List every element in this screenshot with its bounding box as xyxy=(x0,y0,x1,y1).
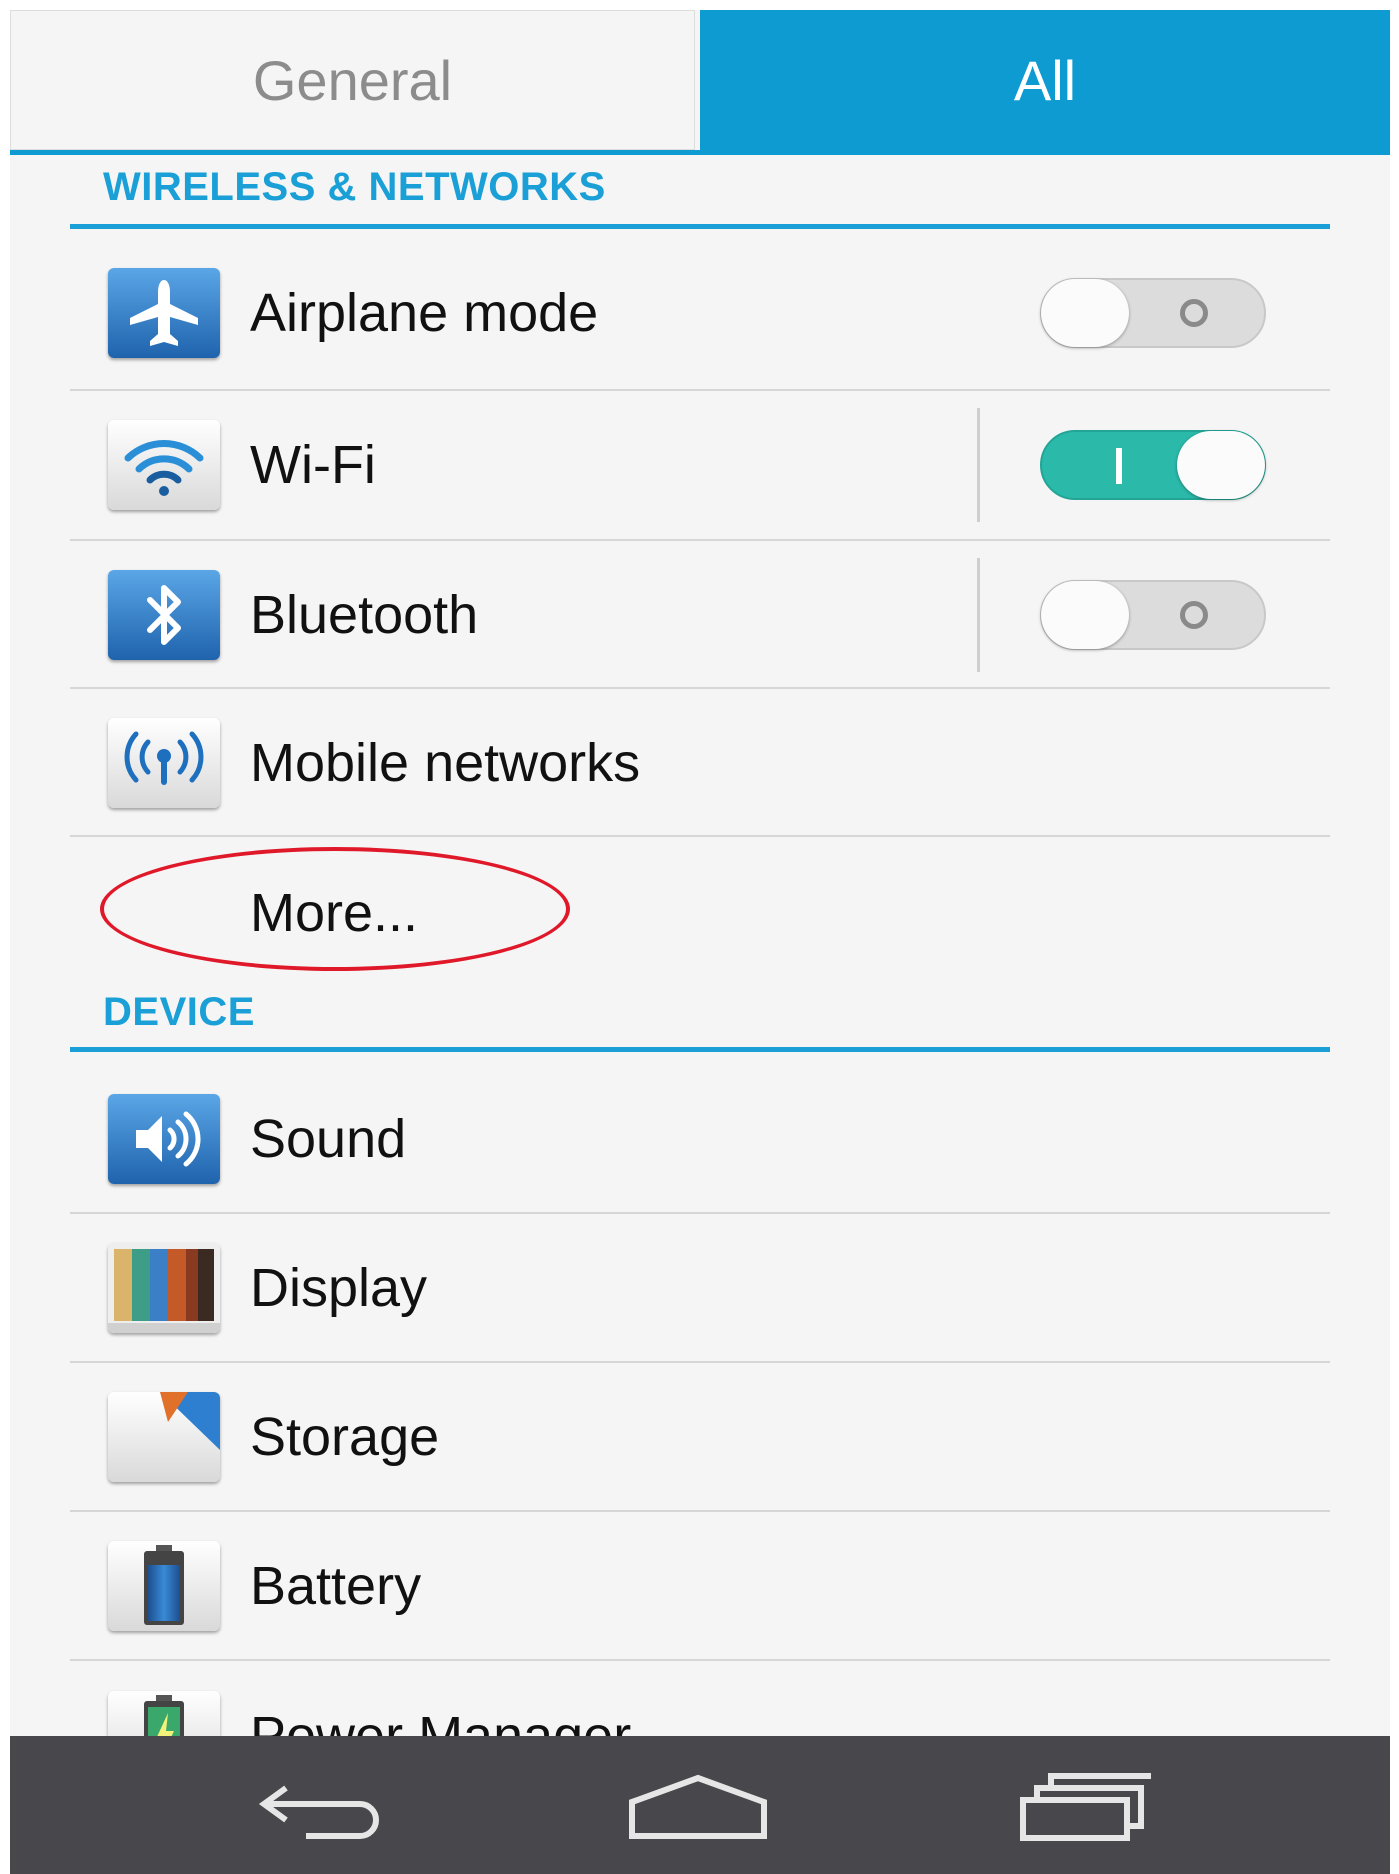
setting-row-bluetooth[interactable]: Bluetooth xyxy=(70,541,1330,689)
setting-row-airplane-mode[interactable]: Airplane mode xyxy=(70,239,1330,387)
bluetooth-toggle[interactable] xyxy=(1040,580,1266,650)
display-icon xyxy=(108,1243,220,1333)
section-divider xyxy=(70,224,1330,229)
setting-label: Mobile networks xyxy=(250,733,641,793)
toggle-on-mark xyxy=(1116,448,1122,484)
wifi-toggle[interactable] xyxy=(1040,430,1266,500)
wifi-icon xyxy=(108,420,220,510)
toggle-knob xyxy=(1177,431,1265,499)
toggle-knob xyxy=(1041,581,1129,649)
toggle-off-mark xyxy=(1180,601,1208,629)
row-divider xyxy=(70,835,1330,837)
toggle-off-mark xyxy=(1180,299,1208,327)
setting-label: Sound xyxy=(250,1109,407,1169)
home-icon[interactable] xyxy=(628,1766,768,1846)
section-divider xyxy=(70,1047,1330,1052)
setting-row-wifi[interactable]: Wi-Fi xyxy=(70,391,1330,539)
setting-label: Bluetooth xyxy=(250,585,479,645)
section-header-wireless: WIRELESS & NETWORKS xyxy=(103,165,606,209)
tab-indicator xyxy=(10,150,1390,155)
storage-icon xyxy=(108,1392,220,1482)
setting-label: Wi-Fi xyxy=(250,435,376,495)
setting-row-storage[interactable]: Storage xyxy=(70,1363,1330,1511)
tab-all[interactable]: All xyxy=(700,10,1390,150)
tab-bar: General All xyxy=(10,10,1390,155)
sound-icon xyxy=(108,1094,220,1184)
airplane-mode-toggle[interactable] xyxy=(1040,278,1266,348)
row-divider xyxy=(70,1659,1330,1661)
battery-icon xyxy=(108,1541,220,1631)
recents-icon[interactable] xyxy=(1015,1766,1155,1846)
section-header-device: DEVICE xyxy=(103,990,255,1034)
vertical-separator xyxy=(977,408,980,522)
toggle-knob xyxy=(1041,279,1129,347)
navigation-bar xyxy=(10,1736,1390,1874)
bluetooth-icon xyxy=(108,570,220,660)
tab-general[interactable]: General xyxy=(10,10,695,150)
setting-row-sound[interactable]: Sound xyxy=(70,1065,1330,1213)
setting-label: Airplane mode xyxy=(250,283,599,343)
setting-label: Storage xyxy=(250,1407,440,1467)
back-icon[interactable] xyxy=(250,1766,390,1846)
mobile-networks-icon xyxy=(108,718,220,808)
annotation-ellipse xyxy=(100,847,570,971)
vertical-separator xyxy=(977,558,980,672)
airplane-icon xyxy=(108,268,220,358)
setting-row-display[interactable]: Display xyxy=(70,1214,1330,1362)
setting-label: Display xyxy=(250,1258,428,1318)
settings-screen: General All WIRELESS & NETWORKS Airplane… xyxy=(10,10,1390,1874)
setting-row-mobile-networks[interactable]: Mobile networks xyxy=(70,689,1330,837)
setting-row-battery[interactable]: Battery xyxy=(70,1512,1330,1660)
setting-label: Battery xyxy=(250,1556,422,1616)
